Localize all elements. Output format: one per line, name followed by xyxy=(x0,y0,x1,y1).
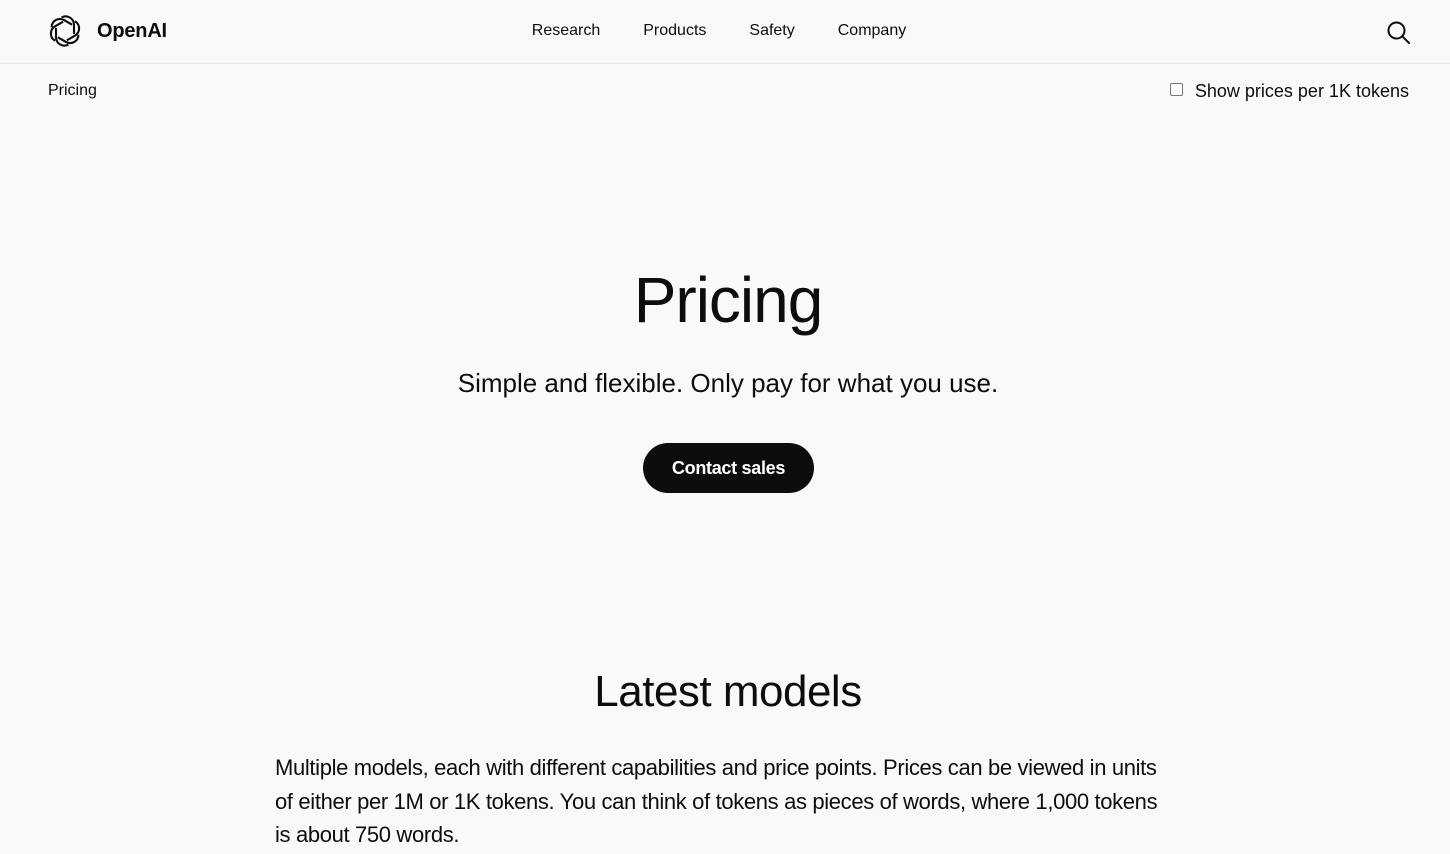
main-nav: Research Products Safety Company xyxy=(0,20,1450,42)
site-header: OpenAI Research Products Safety Company xyxy=(0,0,1450,64)
contact-sales-button[interactable]: Contact sales xyxy=(643,443,814,493)
per-1k-tokens-label[interactable]: Show prices per 1K tokens xyxy=(1195,80,1409,102)
page-subtitle: Simple and flexible. Only pay for what y… xyxy=(457,368,999,398)
openai-logo-icon xyxy=(49,15,81,47)
search-button[interactable] xyxy=(1386,20,1412,46)
per-1k-tokens-toggle[interactable]: Show prices per 1K tokens xyxy=(1169,80,1409,102)
latest-models-heading: Latest models xyxy=(594,667,862,716)
nav-item-products[interactable]: Products xyxy=(622,20,728,42)
breadcrumb: Pricing xyxy=(48,82,97,99)
per-1k-tokens-checkbox[interactable] xyxy=(1169,83,1183,96)
nav-item-safety[interactable]: Safety xyxy=(728,20,816,42)
nav-item-research[interactable]: Research xyxy=(510,20,621,42)
main-nav-items: Research Products Safety Company xyxy=(510,20,927,42)
logo-link[interactable]: OpenAI xyxy=(48,14,167,48)
page-title: Pricing xyxy=(633,264,824,336)
nav-item-company[interactable]: Company xyxy=(816,20,927,42)
search-icon xyxy=(1387,21,1410,44)
latest-models-description: Multiple models, each with different cap… xyxy=(275,755,1158,847)
brand-name: OpenAI xyxy=(97,19,167,42)
